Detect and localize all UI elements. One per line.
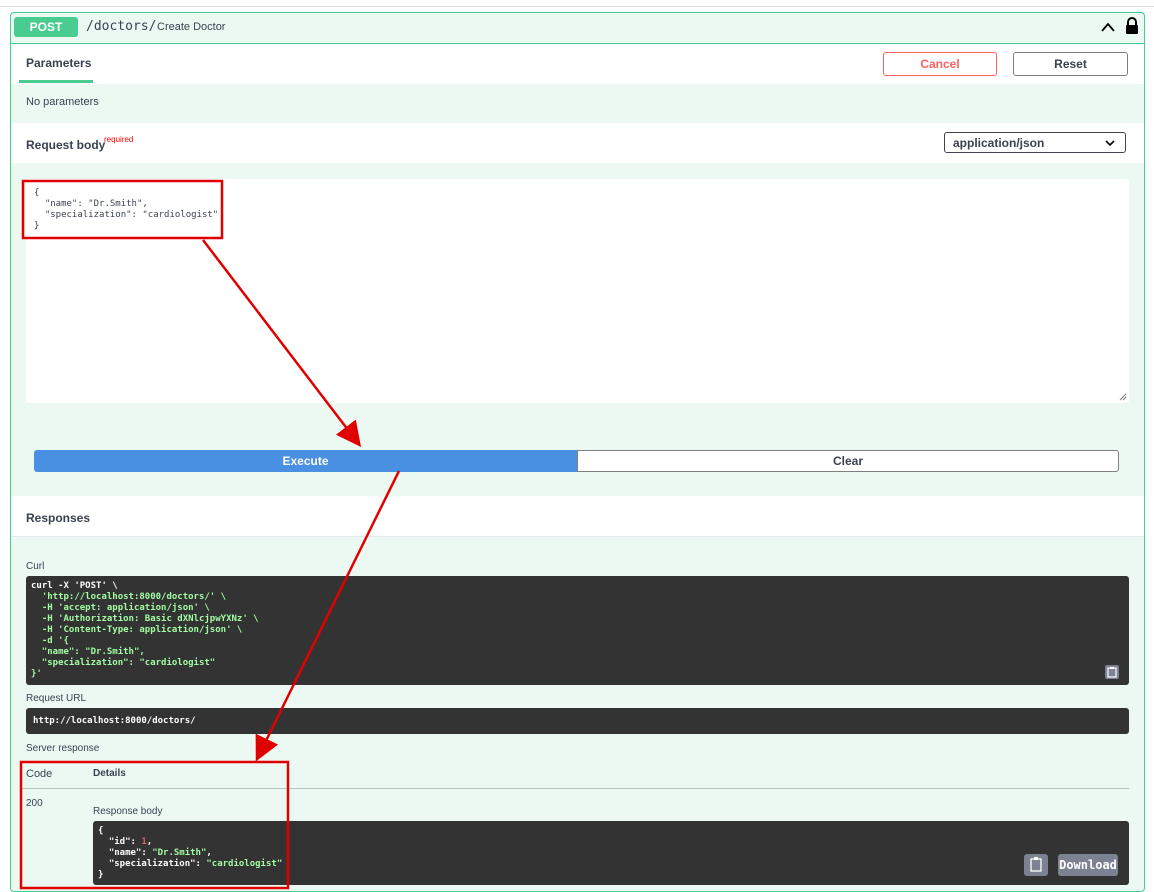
request-body-title: Request body [26,138,106,152]
curl-line: -H 'Authorization: Basic dXNlcjpwYXNz' \ [31,614,259,624]
request-url-value: http://localhost:8000/doctors/ [33,716,196,726]
response-line: "id": 1, [98,837,153,847]
response-line: { [98,826,104,836]
response-line: "name": "Dr.Smith", [98,848,212,858]
operation-summary-text: Create Doctor [157,21,226,33]
no-parameters-text: No parameters [26,96,99,108]
responses-header: Responses [11,496,1144,537]
top-divider [0,6,1154,7]
reset-button[interactable]: Reset [1013,52,1128,76]
server-response-label: Server response [26,743,100,754]
table-header-divider [21,788,1129,789]
request-body-line: } [34,221,40,231]
required-marker: required [104,135,134,144]
curl-line: "name": "Dr.Smith", [31,647,145,657]
operation-block-post-doctors: POST /doctors/ Create Doctor Parameters … [10,12,1145,892]
method-badge: POST [14,17,78,37]
code-column-header: Code [26,768,53,780]
request-url-block: http://localhost:8000/doctors/ [26,708,1129,734]
copy-response-button[interactable] [1024,854,1048,876]
cancel-button[interactable]: Cancel [883,52,997,76]
download-button[interactable]: Download [1058,854,1118,876]
copy-curl-button[interactable] [1105,665,1119,679]
resize-handle-icon[interactable] [1119,393,1127,401]
parameters-header: Parameters Cancel Reset [11,44,1144,84]
operation-path: /doctors/ [86,19,157,34]
request-url-label: Request URL [26,693,87,704]
curl-line: -H 'accept: application/json' \ [31,603,210,613]
tab-active-indicator [19,80,93,83]
response-line: } [98,870,104,880]
response-status-code: 200 [26,798,43,809]
curl-line: -d '{ [31,636,69,646]
lock-icon[interactable] [1125,17,1139,35]
curl-line: -H 'Content-Type: application/json' \ [31,625,243,635]
curl-line: "specialization": "cardiologist" [31,658,216,668]
execute-button[interactable]: Execute [34,450,577,472]
clear-button[interactable]: Clear [577,450,1119,472]
tab-parameters[interactable]: Parameters [26,56,91,70]
clipboard-icon [1030,857,1042,872]
curl-line: 'http://localhost:8000/doctors/' \ [31,592,227,602]
content-type-value: application/json [953,136,1045,150]
operation-summary[interactable]: POST /doctors/ Create Doctor [11,13,1144,44]
clipboard-icon [1107,667,1117,678]
curl-line: curl -X 'POST' \ [31,581,118,591]
responses-title: Responses [26,511,91,525]
request-body-header: Request body required application/json [11,123,1144,163]
details-column-header: Details [93,768,126,779]
request-body-line: { [34,188,40,198]
response-body-label: Response body [93,806,163,817]
chevron-up-icon[interactable] [1100,19,1116,35]
request-body-line: "name": "Dr.Smith", [34,199,148,209]
content-type-select[interactable]: application/json [944,132,1126,153]
request-body-editor[interactable]: { "name": "Dr.Smith", "specialization": … [26,179,1129,403]
curl-line: }' [31,669,42,679]
curl-code-block: curl -X 'POST' \ 'http://localhost:8000/… [26,576,1129,685]
curl-label: Curl [26,561,45,572]
chevron-down-icon [1105,140,1115,147]
response-body-block: { "id": 1, "name": "Dr.Smith", "speciali… [93,821,1129,885]
response-line: "specialization": "cardiologist" [98,859,283,869]
request-body-line: "specialization": "cardiologist" [34,210,219,220]
